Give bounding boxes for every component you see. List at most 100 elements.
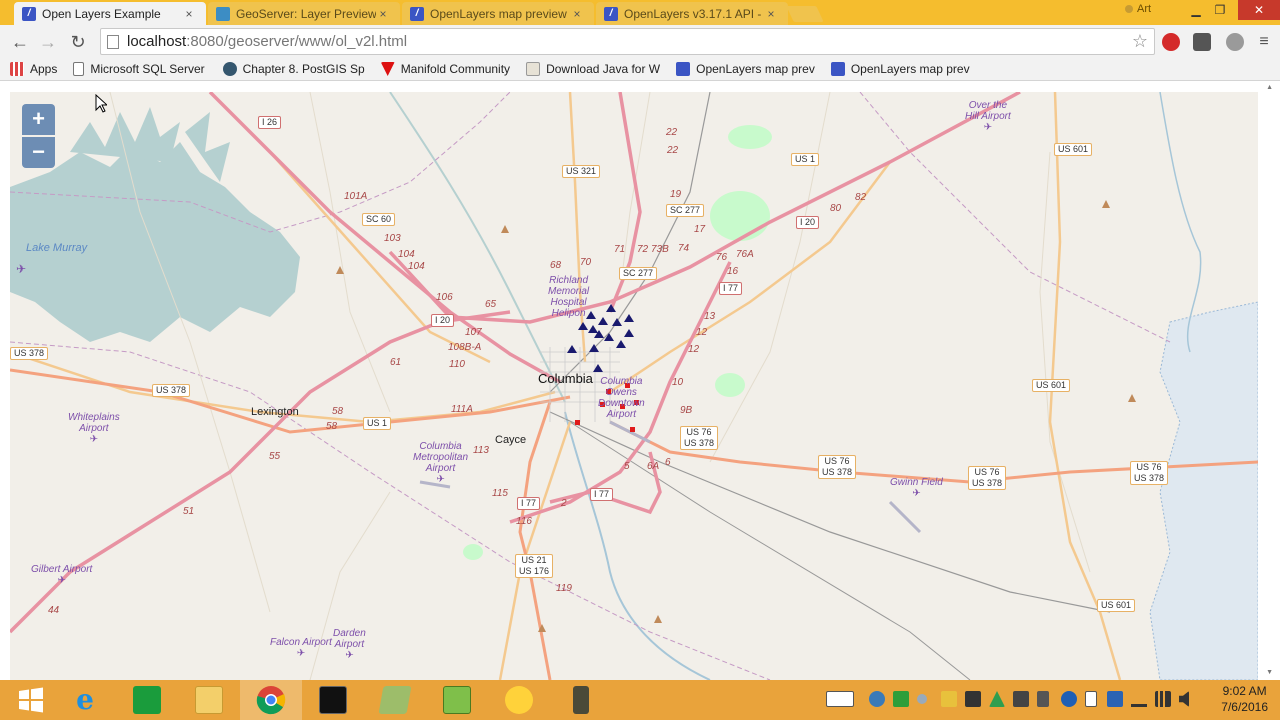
zoom-in-button[interactable]: + <box>22 104 55 135</box>
window-close-button[interactable]: ✕ <box>1238 0 1280 20</box>
taskbar-manifold[interactable] <box>364 680 426 720</box>
airport-whiteplains: Whiteplains Airport ✈ <box>68 412 120 445</box>
airport-label: Gilbert Airport <box>31 564 93 575</box>
exit-number: 110 <box>449 359 465 370</box>
interstate-20 <box>388 92 1021 324</box>
bluetooth-icon[interactable] <box>1061 691 1077 707</box>
taskbar-command-prompt[interactable] <box>302 680 364 720</box>
windows-logo-icon <box>19 687 43 713</box>
extension-icon[interactable] <box>1193 33 1211 51</box>
tab-open-layers-example[interactable]: / Open Layers Example × <box>14 2 206 25</box>
exit-number: 74 <box>678 243 690 254</box>
back-button[interactable]: ← <box>8 30 32 54</box>
bookmark-apps[interactable]: Apps <box>10 62 57 76</box>
address-bar[interactable]: localhost:8080/geoserver/www/ol_v2l.html… <box>100 28 1155 55</box>
taskbar-file-explorer[interactable] <box>178 680 240 720</box>
bookmark-postgis[interactable]: Chapter 8. PostGIS Sp <box>222 62 365 76</box>
clock[interactable]: 9:02 AM 7/6/2016 <box>1221 683 1268 715</box>
shield-us378: US 378 <box>10 347 49 360</box>
airport-label: Helipon <box>551 308 586 319</box>
shield-us601: US 601 <box>1097 599 1136 612</box>
close-icon[interactable]: × <box>376 7 390 21</box>
exit-number: 16 <box>727 266 739 277</box>
user-label: Art <box>1137 3 1152 15</box>
shield-us378: US 378 <box>152 384 191 397</box>
geoserver-favicon-icon <box>216 6 230 21</box>
tray-phone-icon[interactable] <box>1037 691 1049 707</box>
shield-us76-us378: US 76 US 378 <box>680 426 719 450</box>
exit-number: 58 <box>332 406 344 417</box>
forward-button[interactable]: → <box>36 30 60 54</box>
reload-button[interactable]: ↻ <box>66 30 90 54</box>
shield-line: US 378 <box>684 438 715 448</box>
airplane-icon: ✈ <box>16 262 27 276</box>
close-icon[interactable]: × <box>570 7 584 21</box>
bookmark-star-icon[interactable]: ☆ <box>1132 31 1148 52</box>
arrows-icon <box>505 686 533 714</box>
action-center-flag-icon[interactable] <box>1085 691 1097 707</box>
scroll-down-arrow-icon[interactable]: ▼ <box>1266 669 1273 676</box>
close-icon[interactable]: × <box>764 7 778 21</box>
volume-icon[interactable] <box>1179 691 1189 707</box>
bookmark-label: Chapter 8. PostGIS Sp <box>242 62 365 76</box>
airport-label: Downtown <box>598 398 645 409</box>
bookmark-label: Microsoft SQL Server <box>90 62 205 76</box>
menu-icon[interactable]: ≡ <box>1252 30 1276 54</box>
wifi-icon[interactable] <box>1131 691 1147 707</box>
taskbar-internet-explorer[interactable]: e <box>54 680 116 720</box>
tray-app-icon[interactable] <box>965 691 981 707</box>
airport-label: Metropolitan <box>413 452 469 463</box>
taskbar-store[interactable] <box>116 680 178 720</box>
exit-number: 73B <box>651 244 669 255</box>
tab-openlayers-map-preview[interactable]: / OpenLayers map preview × <box>402 2 594 25</box>
maximize-button[interactable]: ❐ <box>1206 0 1234 20</box>
bookmark-openlayers-2[interactable]: OpenLayers map prev <box>830 62 970 76</box>
start-button[interactable] <box>0 680 62 720</box>
new-tab-button[interactable] <box>786 6 824 22</box>
shield-line: US 378 <box>972 478 1003 488</box>
taskbar-app-yellow[interactable] <box>488 680 550 720</box>
close-icon[interactable]: × <box>182 7 196 21</box>
bookmark-sql-server[interactable]: Microsoft SQL Server <box>73 62 205 76</box>
airport-label: Whiteplains <box>68 412 120 423</box>
shield-us76-us378: US 76 US 378 <box>1130 461 1169 485</box>
bookmark-java[interactable]: Download Java for W <box>526 62 660 76</box>
airport-label: Columbia <box>600 376 643 387</box>
shield-line: US 76 <box>824 456 850 466</box>
google-drive-icon[interactable] <box>989 691 1005 707</box>
airport-metropolitan: Columbia Metropolitan Airport ✈ <box>413 441 468 485</box>
shield-sc277: SC 277 <box>619 267 658 280</box>
place-lexington: Lexington <box>251 406 299 418</box>
map[interactable]: Columbia Lexington Cayce Lake Murray Ove… <box>10 92 1258 680</box>
tab-openlayers-api[interactable]: / OpenLayers v3.17.1 API - × <box>596 2 788 25</box>
mouse-cursor-icon <box>95 94 107 113</box>
airport-over-the-hill: Over the Hill Airport ✈ <box>965 100 1011 133</box>
place-columbia: Columbia <box>538 371 593 386</box>
tray-dot-icon[interactable] <box>917 694 927 704</box>
airplane-icon: ✈ <box>89 434 99 445</box>
tray-app-icon[interactable] <box>893 691 909 707</box>
tray-lock-icon[interactable] <box>941 691 957 707</box>
bookmark-openlayers-1[interactable]: OpenLayers map prev <box>676 62 815 76</box>
network-globe-icon[interactable] <box>869 691 885 707</box>
tray-app-icon[interactable] <box>1107 691 1123 707</box>
adblock-extension-icon[interactable] <box>1162 33 1180 51</box>
airport-gilbert: Gilbert Airport ✈ <box>31 564 92 586</box>
bookmark-label: Apps <box>30 62 58 76</box>
tab-geoserver-layer-preview[interactable]: GeoServer: Layer Preview × <box>208 2 400 25</box>
shield-i26: I 26 <box>258 116 282 129</box>
tray-tool-icon[interactable] <box>1013 691 1029 707</box>
taskbar-app-dark[interactable] <box>550 680 612 720</box>
profile-button[interactable]: Art <box>1125 3 1151 15</box>
scroll-up-arrow-icon[interactable]: ▲ <box>1266 84 1273 91</box>
taskbar-notepad-plus[interactable] <box>426 680 488 720</box>
zoom-out-button[interactable]: − <box>22 137 55 168</box>
notepad-icon <box>443 686 471 714</box>
taskbar-chrome[interactable] <box>240 680 302 720</box>
keyboard-icon[interactable] <box>826 691 854 707</box>
airport-label: Memorial <box>548 286 590 297</box>
bookmark-manifold[interactable]: Manifold Community <box>380 62 510 76</box>
drive-extension-icon[interactable] <box>1226 33 1244 51</box>
exit-number: 22 <box>666 127 678 138</box>
signal-icon[interactable] <box>1155 691 1171 707</box>
